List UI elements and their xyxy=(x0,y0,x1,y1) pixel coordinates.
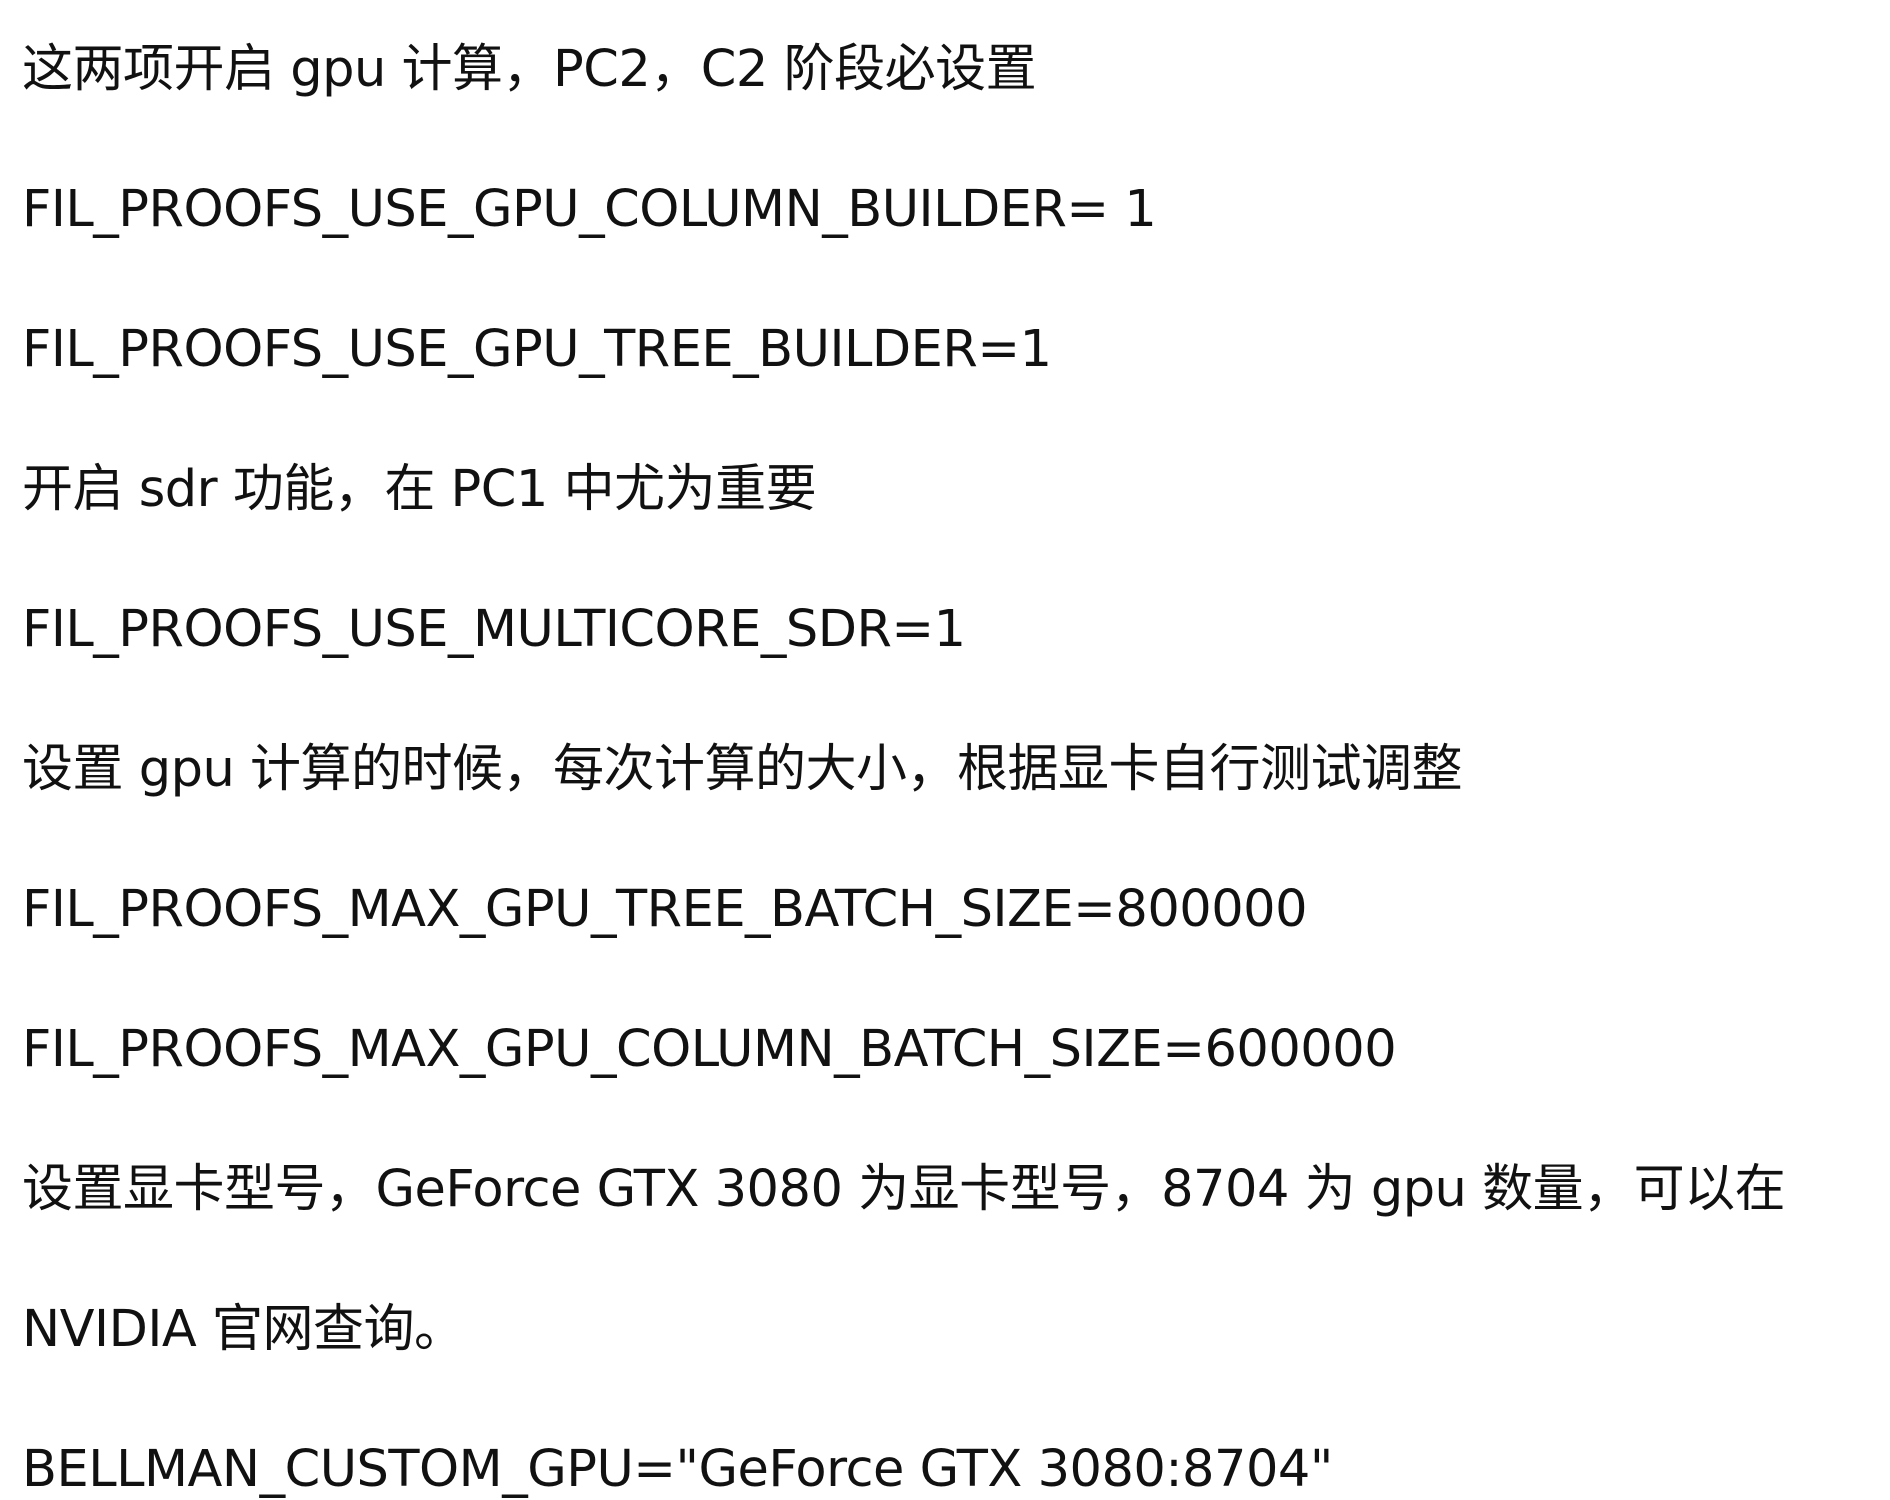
note-gpu-model: 设置显卡型号，GeForce GTX 3080 为显卡型号，8704 为 gpu… xyxy=(22,1160,1786,1219)
env-max-gpu-column-batch: FIL_PROOFS_MAX_GPU_COLUMN_BATCH_SIZE=600… xyxy=(22,1020,1397,1079)
note-gpu-batch-size: 设置 gpu 计算的时候，每次计算的大小，根据显卡自行测试调整 xyxy=(22,740,1463,799)
env-max-gpu-tree-batch: FIL_PROOFS_MAX_GPU_TREE_BATCH_SIZE=80000… xyxy=(22,880,1308,939)
note-nvidia-site: NVIDIA 官网查询。 xyxy=(22,1300,465,1359)
env-bellman-custom-gpu: BELLMAN_CUSTOM_GPU="GeForce GTX 3080:870… xyxy=(22,1440,1333,1499)
env-gpu-tree-builder: FIL_PROOFS_USE_GPU_TREE_BUILDER=1 xyxy=(22,320,1052,379)
note-gpu-pc2-c2: 这两项开启 gpu 计算，PC2，C2 阶段必设置 xyxy=(22,40,1037,99)
note-sdr-pc1: 开启 sdr 功能，在 PC1 中尤为重要 xyxy=(22,460,817,519)
env-gpu-column-builder: FIL_PROOFS_USE_GPU_COLUMN_BUILDER= 1 xyxy=(22,180,1157,239)
env-multicore-sdr: FIL_PROOFS_USE_MULTICORE_SDR=1 xyxy=(22,600,966,659)
